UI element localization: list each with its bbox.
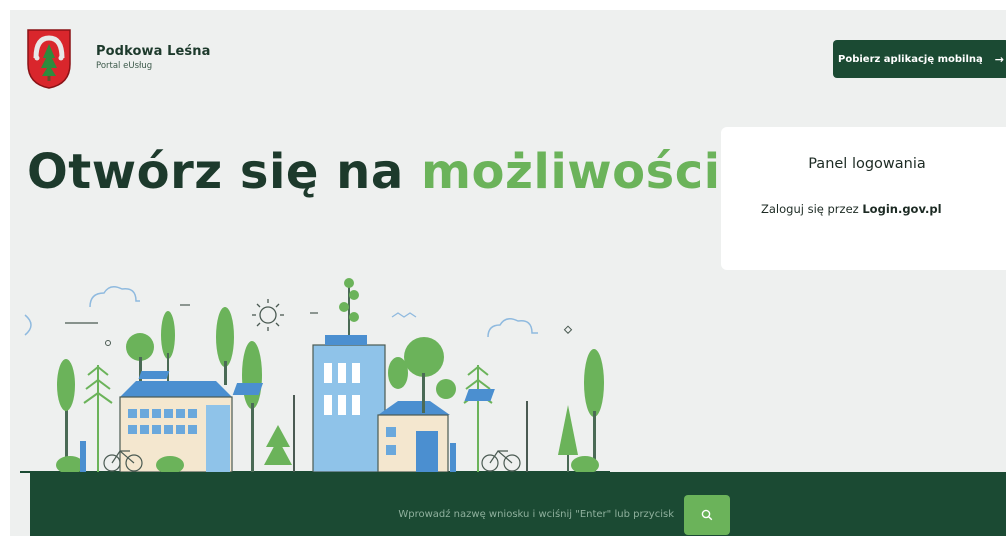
search-button[interactable]: [684, 495, 730, 535]
search-icon: [701, 509, 713, 521]
city-illustration: [20, 278, 610, 473]
brand[interactable]: Podkowa Leśna Portal eUsług: [96, 44, 210, 71]
download-app-label: Pobierz aplikację mobilną: [838, 53, 983, 65]
login-panel: Panel logowania Zaloguj się przez Login.…: [721, 127, 1006, 270]
hero-title-main: Otwórz się na: [27, 144, 404, 200]
login-text: Zaloguj się przez: [761, 202, 859, 216]
page: Podkowa Leśna Portal eUsług Pobierz apli…: [10, 10, 1006, 536]
brand-name: Podkowa Leśna: [96, 44, 211, 59]
arrow-right-icon: →: [994, 52, 1004, 66]
search-band: [30, 472, 1006, 536]
brand-subtitle: Portal eUsług: [96, 61, 153, 71]
login-line: Zaloguj się przez Login.gov.pl: [761, 202, 942, 216]
login-gov-link[interactable]: Login.gov.pl: [862, 202, 941, 216]
search-input[interactable]: [290, 497, 682, 531]
hero-title: Otwórz się na możliwości: [27, 144, 721, 200]
download-app-button[interactable]: Pobierz aplikację mobilną →: [833, 40, 1006, 78]
login-panel-title: Panel logowania: [808, 156, 926, 172]
coat-of-arms-logo[interactable]: [26, 28, 72, 90]
hero-title-accent: możliwości: [420, 144, 721, 200]
